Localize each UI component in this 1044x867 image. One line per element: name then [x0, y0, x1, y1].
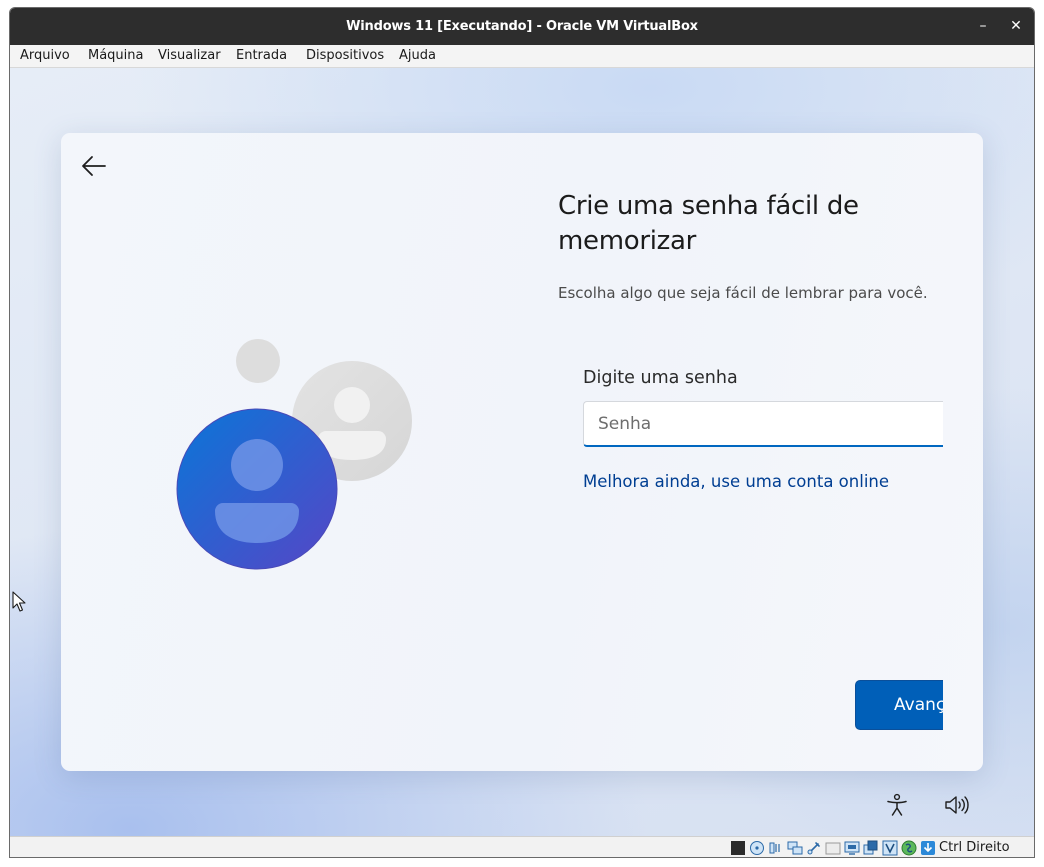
page-title: Crie uma senha fácil de memorizar [558, 191, 859, 256]
close-button[interactable]: ✕ [1001, 8, 1031, 45]
menu-entrada[interactable]: Entrada [236, 48, 287, 63]
menubar: Arquivo Máquina Visualizar Entrada Dispo… [10, 45, 1034, 68]
page-subtitle: Escolha algo que seja fácil de lembrar p… [558, 284, 928, 302]
usb-icon[interactable] [806, 840, 822, 856]
optical-drive-icon[interactable] [749, 840, 765, 856]
virtualization-icon[interactable] [882, 840, 898, 856]
titlebar[interactable]: Windows 11 [Executando] - Oracle VM Virt… [10, 8, 1034, 45]
accessibility-icon[interactable] [884, 792, 910, 818]
recording-icon[interactable] [863, 840, 879, 856]
download-icon[interactable] [920, 840, 936, 856]
users-illustration [176, 339, 412, 570]
password-label: Digite uma senha [583, 368, 738, 388]
next-button[interactable]: Avançar [855, 680, 943, 730]
password-input[interactable] [583, 401, 943, 447]
mouse-cursor-icon [12, 591, 26, 612]
audio-icon[interactable] [768, 840, 784, 856]
menu-ajuda[interactable]: Ajuda [399, 48, 436, 63]
host-key-label: Ctrl Direito [939, 840, 1010, 855]
volume-icon[interactable] [943, 792, 969, 818]
window-title: Windows 11 [Executando] - Oracle VM Virt… [346, 19, 698, 34]
guest-screen[interactable]: Crie uma senha fácil de memorizar Escolh… [10, 68, 1034, 836]
minimize-button[interactable]: – [968, 8, 998, 45]
menu-dispositivos[interactable]: Dispositivos [306, 48, 384, 63]
setup-dialog: Crie uma senha fácil de memorizar Escolh… [61, 133, 983, 771]
menu-maquina[interactable]: Máquina [88, 48, 144, 63]
display-icon[interactable] [730, 840, 746, 856]
network-icon[interactable] [787, 840, 803, 856]
back-arrow-icon[interactable] [79, 151, 109, 181]
use-online-account-link[interactable]: Melhora ainda, use uma conta online [583, 472, 889, 491]
virtualbox-window: Windows 11 [Executando] - Oracle VM Virt… [9, 7, 1035, 858]
screen-icon[interactable] [844, 840, 860, 856]
menu-arquivo[interactable]: Arquivo [20, 48, 70, 63]
shared-folders-icon[interactable] [825, 840, 841, 856]
menu-visualizar[interactable]: Visualizar [158, 48, 221, 63]
statusbar: Ctrl Direito [10, 836, 1034, 857]
mouse-integration-icon[interactable] [901, 840, 917, 856]
statusbar-icons [730, 840, 936, 857]
